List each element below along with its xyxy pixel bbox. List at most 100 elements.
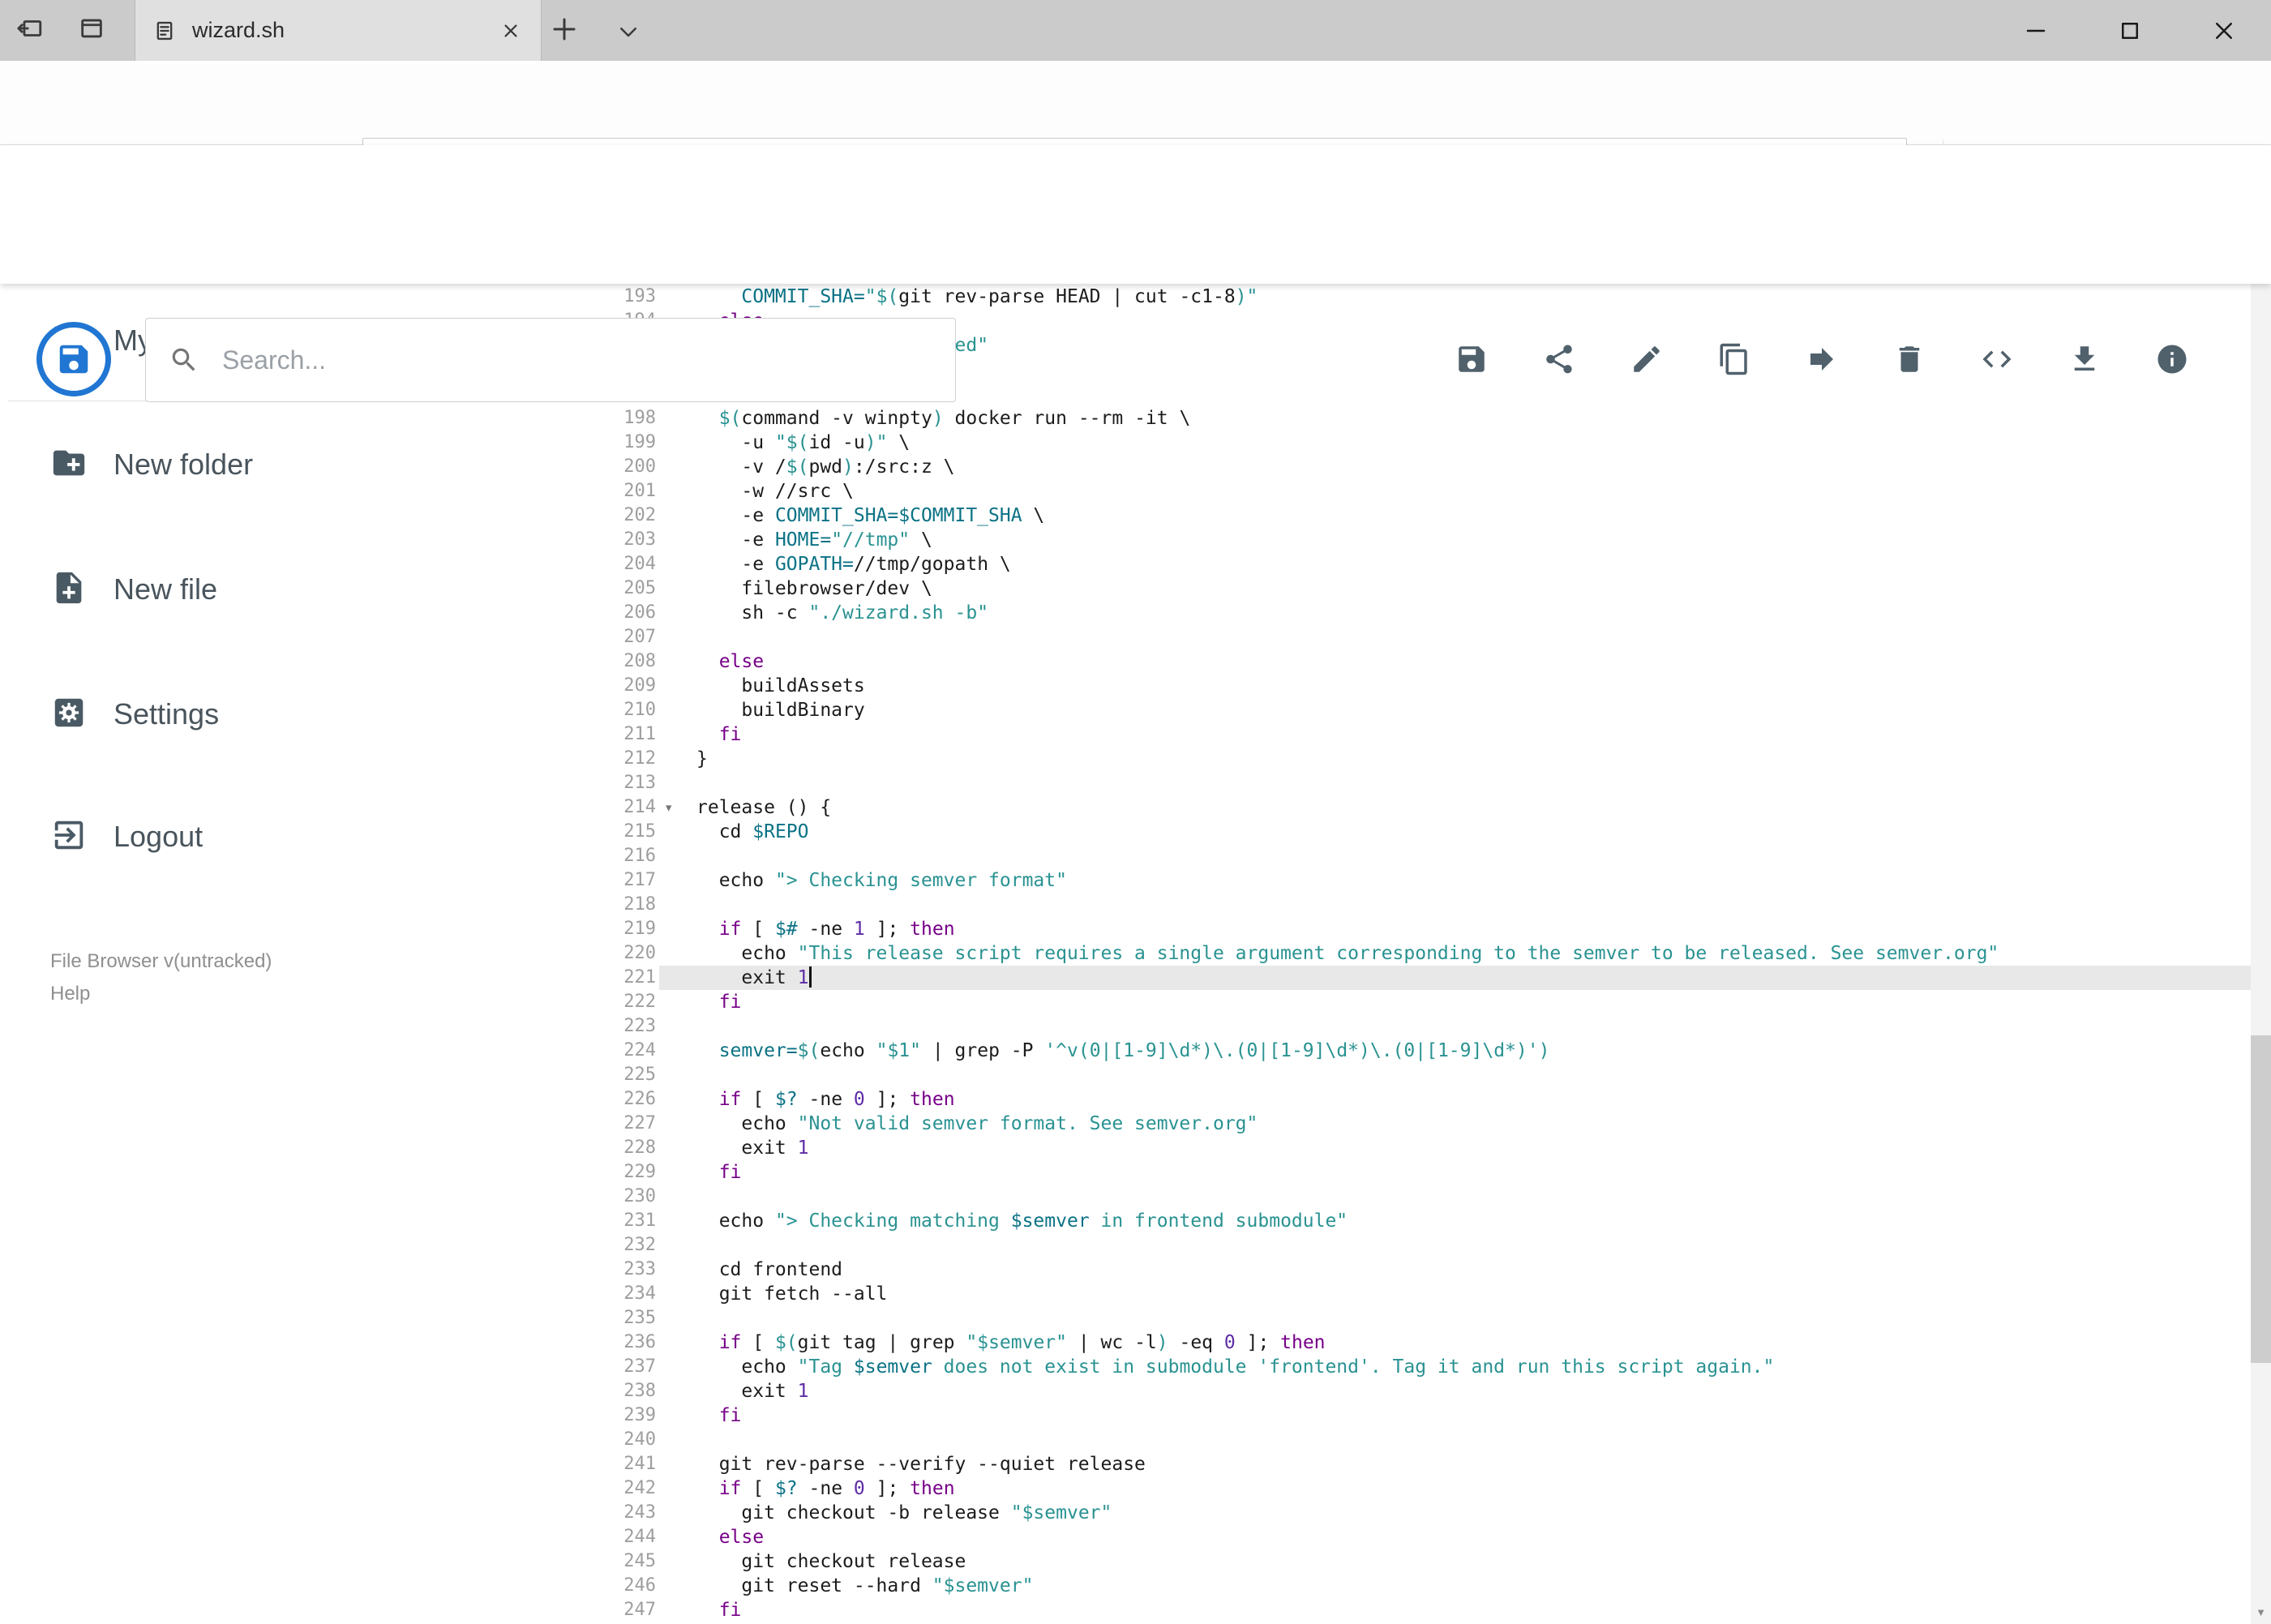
code-line[interactable]: 216 bbox=[584, 844, 2251, 868]
new-tab-icon[interactable] bbox=[550, 15, 579, 48]
tab-list-chevron-icon[interactable] bbox=[616, 19, 641, 48]
code-text: cd frontend bbox=[696, 1259, 843, 1280]
code-line[interactable]: 239 fi bbox=[584, 1403, 2251, 1428]
code-line[interactable]: 202 -e COMMIT_SHA=$COMMIT_SHA \ bbox=[584, 503, 2251, 528]
code-line[interactable]: 217 echo "> Checking semver format" bbox=[584, 868, 2251, 893]
download-button[interactable] bbox=[2067, 342, 2102, 376]
copy-button[interactable] bbox=[1717, 342, 1751, 376]
move-button[interactable] bbox=[1805, 342, 1839, 376]
code-line[interactable]: 234 git fetch --all bbox=[584, 1282, 2251, 1306]
code-editor[interactable]: 193 COMMIT_SHA="$(git rev-parse HEAD | c… bbox=[584, 284, 2251, 1624]
tab-wizard-sh[interactable]: wizard.sh bbox=[135, 0, 542, 61]
line-number: 212 bbox=[623, 748, 656, 769]
code-line[interactable]: 222 fi bbox=[584, 990, 2251, 1014]
code-line[interactable]: 230 bbox=[584, 1185, 2251, 1209]
code-line[interactable]: 231 echo "> Checking matching $semver in… bbox=[584, 1209, 2251, 1233]
code-line[interactable]: 201 -w //src \ bbox=[584, 479, 2251, 503]
code-line[interactable]: 199 -u "$(id -u)" \ bbox=[584, 431, 2251, 455]
sidebar-item-new-file[interactable]: New file bbox=[0, 551, 584, 628]
raw-code-button[interactable] bbox=[1980, 342, 2014, 376]
code-text: -e GOPATH=//tmp/gopath \ bbox=[696, 554, 1011, 575]
code-line[interactable]: 223 bbox=[584, 1014, 2251, 1039]
code-line[interactable]: 221 exit 1 bbox=[584, 966, 2251, 990]
rename-button[interactable] bbox=[1630, 342, 1664, 376]
tab-bar: wizard.sh bbox=[0, 0, 2271, 61]
code-line[interactable]: 193 COMMIT_SHA="$(git rev-parse HEAD | c… bbox=[584, 285, 2251, 309]
code-line[interactable]: 224 semver=$(echo "$1" | grep -P '^v(0|[… bbox=[584, 1039, 2251, 1063]
code-line[interactable]: 243 git checkout -b release "$semver" bbox=[584, 1501, 2251, 1525]
code-text: echo "Tag $semver does not exist in subm… bbox=[696, 1356, 1775, 1378]
code-line[interactable]: 226 if [ $? -ne 0 ]; then bbox=[584, 1087, 2251, 1112]
sidebar-item-settings[interactable]: Settings bbox=[0, 675, 584, 753]
scroll-down-icon[interactable]: ▼ bbox=[2251, 1600, 2271, 1624]
code-line[interactable]: 247 fi bbox=[584, 1598, 2251, 1622]
line-number: 220 bbox=[623, 943, 656, 963]
code-line[interactable]: 210 buildBinary bbox=[584, 698, 2251, 722]
code-line[interactable]: 218 bbox=[584, 893, 2251, 917]
save-button[interactable] bbox=[1455, 342, 1489, 376]
tab-close-icon[interactable] bbox=[502, 22, 520, 40]
vertical-scrollbar[interactable]: ▲ ▼ bbox=[2251, 145, 2271, 1624]
line-number: 198 bbox=[623, 408, 656, 428]
code-text: git rev-parse --verify --quiet release bbox=[696, 1454, 1146, 1475]
close-window-button[interactable] bbox=[2177, 0, 2271, 61]
fold-gutter bbox=[659, 820, 696, 844]
fold-marker-icon[interactable]: ▾ bbox=[659, 795, 696, 820]
maximize-button[interactable] bbox=[2083, 0, 2177, 61]
help-link[interactable]: Help bbox=[50, 983, 272, 1005]
code-line[interactable]: 232 bbox=[584, 1233, 2251, 1258]
delete-button[interactable] bbox=[1892, 342, 1926, 376]
code-line[interactable]: 212} bbox=[584, 747, 2251, 771]
code-line[interactable]: 237 echo "Tag $semver does not exist in … bbox=[584, 1355, 2251, 1379]
code-line[interactable]: 213 bbox=[584, 771, 2251, 795]
code-line[interactable]: 245 git checkout release bbox=[584, 1549, 2251, 1574]
code-line[interactable]: 211 fi bbox=[584, 722, 2251, 747]
sidebar-item-new-folder[interactable]: New folder bbox=[0, 426, 584, 503]
code-line[interactable]: 200 -v /$(pwd):/src:z \ bbox=[584, 455, 2251, 479]
code-line[interactable]: 241 git rev-parse --verify --quiet relea… bbox=[584, 1452, 2251, 1476]
code-line[interactable]: 227 echo "Not valid semver format. See s… bbox=[584, 1112, 2251, 1136]
code-line[interactable]: 214 ▾ release () { bbox=[584, 795, 2251, 820]
scrollbar-thumb[interactable] bbox=[2251, 1035, 2271, 1363]
code-line[interactable]: 220 echo "This release script requires a… bbox=[584, 941, 2251, 966]
sidebar-item-logout[interactable]: Logout bbox=[0, 798, 584, 876]
code-line[interactable]: 233 cd frontend bbox=[584, 1258, 2251, 1282]
code-line[interactable]: 236 if [ $(git tag | grep "$semver" | wc… bbox=[584, 1330, 2251, 1355]
code-line[interactable]: 206 sh -c "./wizard.sh -b" bbox=[584, 601, 2251, 625]
code-line[interactable]: 240 bbox=[584, 1428, 2251, 1452]
code-line[interactable]: 207 bbox=[584, 625, 2251, 649]
line-number: 206 bbox=[623, 602, 656, 623]
code-line[interactable]: 242 if [ $? -ne 0 ]; then bbox=[584, 1476, 2251, 1501]
minimize-button[interactable] bbox=[1989, 0, 2083, 61]
line-number: 229 bbox=[623, 1162, 656, 1182]
new-file-icon bbox=[50, 569, 88, 611]
info-button[interactable] bbox=[2155, 342, 2189, 376]
code-line[interactable]: 228 exit 1 bbox=[584, 1136, 2251, 1160]
filebrowser-logo[interactable] bbox=[36, 322, 111, 396]
code-line[interactable]: 215 cd $REPO bbox=[584, 820, 2251, 844]
fold-gutter bbox=[659, 1428, 696, 1452]
code-line[interactable]: 205 filebrowser/dev \ bbox=[584, 576, 2251, 601]
line-number: 219 bbox=[623, 919, 656, 939]
fold-gutter bbox=[659, 1330, 696, 1355]
tabs-preview-icon[interactable] bbox=[78, 15, 105, 46]
code-line[interactable]: 246 git reset --hard "$semver" bbox=[584, 1574, 2251, 1598]
search-input[interactable] bbox=[221, 344, 889, 376]
code-line[interactable]: 225 bbox=[584, 1063, 2251, 1087]
code-line[interactable]: 198 $(command -v winpty) docker run --rm… bbox=[584, 406, 2251, 431]
code-line[interactable]: 203 -e HOME="//tmp" \ bbox=[584, 528, 2251, 552]
line-number: 247 bbox=[623, 1600, 656, 1620]
fold-gutter bbox=[659, 1014, 696, 1039]
share-file-button[interactable] bbox=[1542, 342, 1576, 376]
code-line[interactable]: 244 else bbox=[584, 1525, 2251, 1549]
code-line[interactable]: 209 buildAssets bbox=[584, 674, 2251, 698]
code-line[interactable]: 229 fi bbox=[584, 1160, 2251, 1185]
set-tabs-aside-icon[interactable] bbox=[16, 15, 44, 46]
sidebar-footer: File Browser v(untracked) Help bbox=[50, 950, 272, 1005]
code-line[interactable]: 235 bbox=[584, 1306, 2251, 1330]
code-line[interactable]: 208 else bbox=[584, 649, 2251, 674]
code-line[interactable]: 204 -e GOPATH=//tmp/gopath \ bbox=[584, 552, 2251, 576]
code-line[interactable]: 219 if [ $# -ne 1 ]; then bbox=[584, 917, 2251, 941]
code-line[interactable]: 238 exit 1 bbox=[584, 1379, 2251, 1403]
search-box[interactable] bbox=[145, 318, 956, 402]
